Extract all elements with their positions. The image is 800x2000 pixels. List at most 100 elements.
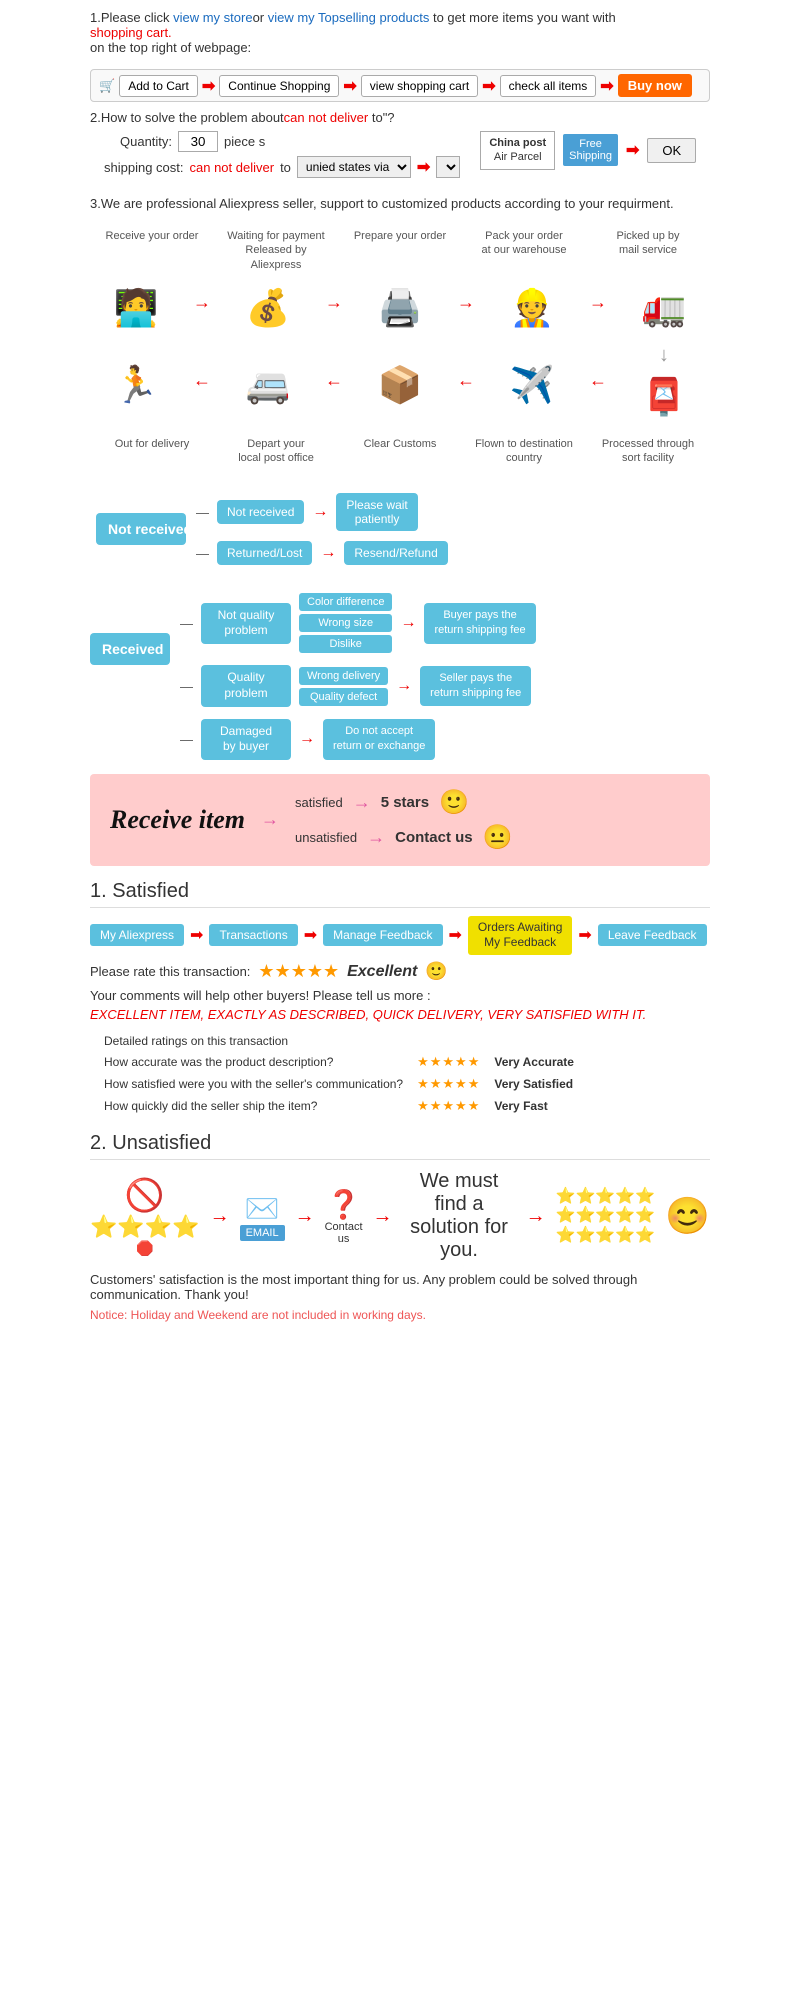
step-label-6: Out for delivery — [97, 433, 207, 451]
not-received-out1: Please wait patiently — [336, 493, 417, 531]
view-cart-button[interactable]: view shopping cart — [361, 75, 478, 97]
find-sol-text: We must find a solution for you. — [403, 1170, 516, 1262]
rating-q1: How accurate was the product description… — [98, 1052, 409, 1072]
bc-transactions[interactable]: Transactions — [209, 924, 297, 946]
step-label-3: Prepare your order — [345, 225, 455, 243]
bc-arr2: ➡ — [304, 925, 317, 945]
step-icon-6: 🏃 — [101, 355, 171, 415]
unsatisfied-emoji: 😐 — [483, 823, 513, 852]
bc-leave-feedback[interactable]: Leave Feedback — [598, 924, 707, 946]
issue-dislike: Dislike — [299, 635, 392, 653]
rating-q3: How quickly did the seller ship the item… — [98, 1096, 409, 1116]
step-arr-3: → — [457, 292, 475, 313]
comment-prompt: Your comments will help other buyers! Pl… — [90, 988, 710, 1003]
rec-arrow2: → — [396, 677, 412, 695]
step-label-2: Waiting for payment Released by Aliexpre… — [221, 225, 331, 272]
bc-my-aliexpress[interactable]: My Aliexpress — [90, 924, 184, 946]
step-label-5: Picked up by mail service — [593, 225, 703, 258]
rate-label: Please rate this transaction: — [90, 964, 250, 979]
rec-arrow3: → — [299, 730, 315, 748]
china-post-line2: Air Parcel — [489, 150, 546, 164]
view-store-link[interactable]: view my store — [173, 10, 252, 25]
issue-quality-defect: Quality defect — [299, 688, 388, 706]
rating-label-2: Very Satisfied — [488, 1074, 580, 1094]
ship-red: can not deliver — [190, 160, 275, 175]
shipping-select[interactable]: unied states via — [297, 156, 411, 178]
rating-row-2: How satisfied were you with the seller's… — [98, 1074, 580, 1094]
no-return-label: Do not accept return or exchange — [323, 719, 435, 760]
unsat-stars-1: ⭐⭐⭐⭐ — [90, 1214, 200, 1240]
unsatisfied-section: 2. Unsatisfied 🚫 ⭐⭐⭐⭐ 🛑 → ✉️ EMAIL → ❓ C… — [90, 1132, 710, 1322]
excellent-emoji: 🙂 — [425, 961, 447, 982]
find-solution-box: We must find a solution for you. — [403, 1170, 516, 1262]
step-arr-4: → — [589, 292, 607, 313]
rating-label-1: Very Accurate — [488, 1052, 580, 1072]
not-received-sub2: Returned/Lost — [217, 541, 312, 565]
satisfied-emoji: 🙂 — [439, 788, 469, 817]
step-icon-1: 🧑‍💻 — [101, 278, 171, 338]
piece-label: piece s — [224, 134, 265, 149]
arrow1: ➡ — [202, 76, 215, 96]
view-topselling-link[interactable]: view my Topselling products — [268, 10, 430, 25]
unsatisfied-row: unsatisfied → Contact us 😐 — [295, 823, 513, 852]
qty-label: Quantity: — [120, 134, 172, 149]
buy-now-button[interactable]: Buy now — [618, 74, 692, 97]
steps-row2-labels: Processed through sort facility Flown to… — [90, 433, 710, 466]
not-quality-label: Not quality problem — [201, 603, 291, 644]
arrow3: ➡ — [482, 76, 495, 96]
china-post-box: China post Air Parcel — [480, 131, 555, 170]
continue-shopping-button[interactable]: Continue Shopping — [219, 75, 339, 97]
step-icon-8: 📦 — [365, 355, 435, 415]
shipping-select2[interactable]: ▼ — [436, 156, 460, 178]
step-icon-9: ✈️ — [497, 355, 567, 415]
step-label-8: Clear Customs — [345, 433, 455, 451]
quantity-input[interactable] — [178, 131, 218, 152]
professional-text: 3.We are professional Aliexpress seller,… — [90, 196, 710, 211]
rating-stars-1: ★★★★★ — [411, 1052, 486, 1072]
quantity-row: Quantity: piece s — [120, 131, 460, 152]
not-received-main-label: Not received — [96, 513, 186, 545]
satisfaction-note: Customers' satisfaction is the most impo… — [90, 1272, 710, 1302]
step-label-7: Depart your local post office — [221, 433, 331, 466]
problem-title: 2.How to solve the problem aboutcan not … — [90, 110, 710, 125]
detailed-ratings: Detailed ratings on this transaction How… — [96, 1030, 582, 1118]
step-arr-7: ← — [193, 370, 211, 391]
rating-stars: ★★★★★ — [258, 961, 339, 982]
email-label: EMAIL — [240, 1225, 285, 1241]
cant-deliver-section: 2.How to solve the problem aboutcan not … — [90, 110, 710, 182]
cart-icon: 🛒 — [99, 78, 115, 94]
bc-manage-feedback[interactable]: Manage Feedback — [323, 924, 442, 946]
receive-outcomes: satisfied → 5 stars 🙂 unsatisfied → Cont… — [295, 788, 513, 852]
intro-line2: on the top right of webpage: — [90, 40, 710, 55]
satisfied-row: satisfied → 5 stars 🙂 — [295, 788, 513, 817]
step-arr-1: → — [193, 292, 211, 313]
cart-flow-bar: 🛒 Add to Cart ➡ Continue Shopping ➡ view… — [90, 69, 710, 102]
down-arrow: ↓ — [659, 344, 669, 367]
free-ship-arrow: ➡ — [626, 140, 639, 160]
professional-section: 3.We are professional Aliexpress seller,… — [90, 196, 710, 211]
bc-arr3: ➡ — [449, 925, 462, 945]
order-process-section: Receive your order Waiting for payment R… — [90, 225, 710, 465]
unsatisfied-title: 2. Unsatisfied — [90, 1132, 710, 1160]
china-post-line1: China post — [489, 136, 546, 150]
ok-button[interactable]: OK — [647, 138, 696, 163]
result-stars-box: ⭐⭐⭐⭐⭐⭐⭐⭐⭐⭐⭐⭐⭐⭐⭐ — [556, 1187, 656, 1245]
received-section: Received — Not quality problem Color dif… — [90, 593, 710, 759]
no-sign-icon: 🚫 — [90, 1176, 200, 1214]
bc-arr4: ➡ — [578, 925, 591, 945]
received-main-label: Received — [90, 633, 170, 665]
bc-orders-awaiting[interactable]: Orders AwaitingMy Feedback — [468, 916, 573, 955]
rec-dash3: — — [180, 732, 193, 747]
contact-us-box: ❓ Contact us — [325, 1188, 363, 1245]
intro-line1: 1.Please click view my storeor view my T… — [90, 10, 710, 25]
quality-problem-label: Quality problem — [201, 665, 291, 706]
unsat-arrow: → — [367, 827, 385, 848]
step-arr-9: ← — [457, 370, 475, 391]
add-to-cart-button[interactable]: Add to Cart — [119, 75, 198, 97]
receive-main-arrow: → — [261, 809, 279, 830]
rate-row: Please rate this transaction: ★★★★★ Exce… — [90, 961, 710, 982]
check-items-button[interactable]: check all items — [500, 75, 597, 97]
step-arr-10: ← — [589, 370, 607, 391]
buyer-pays-label: Buyer pays the return shipping fee — [424, 603, 535, 644]
rating-label-3: Very Fast — [488, 1096, 580, 1116]
